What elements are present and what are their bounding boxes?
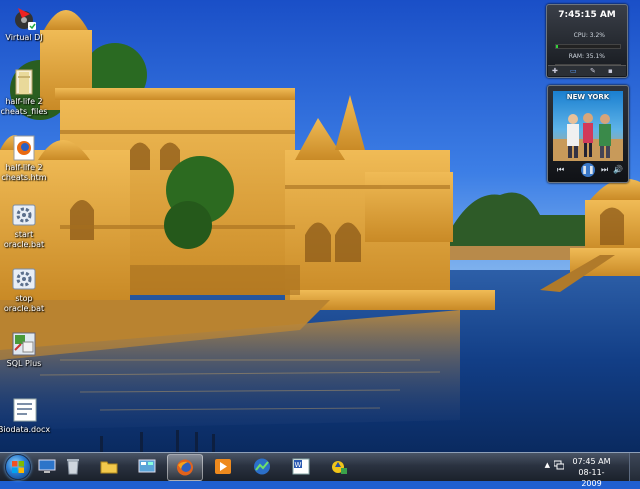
desktop-icon-start-oracle[interactable]: start oracle.bat [0, 201, 54, 250]
start-button[interactable] [5, 454, 31, 480]
taskbar-clock[interactable]: 07:45 AM 08-11-2009 [569, 456, 614, 489]
album-title: NEW YORK [566, 93, 610, 101]
desktop-icon-virtual-dj[interactable]: Virtual DJ [0, 4, 54, 43]
batch-file-icon [10, 265, 38, 293]
firefox-document-icon [10, 134, 38, 162]
cpu-usage-label: CPU: 3.2% [573, 32, 605, 39]
desktop-icon-label: half-life 2 cheats_files [0, 97, 48, 116]
show-hidden-icons-arrow-icon[interactable]: ▲ [545, 461, 550, 469]
desktop-icon-half-life-2-cheats-htm[interactable]: half-life 2 cheats.htm [0, 134, 54, 183]
word-icon: W [292, 458, 310, 475]
media-controls: ⏮ ❚❚ ⏭ 🔊 [553, 163, 623, 178]
previous-icon[interactable]: ⏮ [557, 165, 564, 175]
taskbar-word[interactable]: W [284, 454, 318, 479]
cpu-usage-bar [555, 44, 621, 49]
show-desktop-button[interactable] [629, 453, 640, 481]
taskbar-recycle-bin[interactable] [56, 454, 90, 479]
taskbar-file-explorer[interactable] [92, 454, 126, 479]
desktop-wallpaper [0, 0, 640, 452]
virtual-dj-icon [10, 4, 38, 32]
taskbar-time: 07:45 AM [572, 457, 611, 466]
folder-icon [100, 461, 118, 474]
taskbar: W ▲ 07:45 AM 08-11-2009 [0, 452, 640, 488]
wallpaper-scene [0, 0, 640, 452]
svg-text:W: W [295, 461, 302, 469]
desktop-icon-sql-plus[interactable]: SQL Plus [0, 330, 54, 369]
pause-icon[interactable]: ❚❚ [581, 163, 595, 177]
desktop-icon-label: stop oracle.bat [3, 294, 45, 313]
media-player-gadget[interactable]: NEW YORK ⏮ ❚❚ ⏭ 🔊 [547, 85, 629, 183]
gadget-clock-time: 7:45:15 AM [558, 10, 616, 20]
taskbar-date: 08-11-2009 [578, 468, 605, 488]
window-icon[interactable]: ▭ [570, 67, 577, 75]
volume-icon[interactable]: 🔊 [613, 165, 623, 174]
folder-icon [10, 68, 38, 96]
taskbar-media-player[interactable] [206, 454, 240, 479]
gadget-toolbar: ✚ ▭ ✎ ▪ [548, 65, 626, 76]
wrench-icon[interactable]: ✎ [590, 67, 596, 75]
word-document-icon [10, 396, 38, 424]
desktop-icon-label: start oracle.bat [3, 230, 45, 249]
generic-app-icon [332, 461, 347, 474]
network-icon[interactable] [554, 460, 564, 470]
firefox-icon [177, 459, 193, 476]
desktop-icon-stop-oracle[interactable]: stop oracle.bat [0, 265, 54, 314]
media-player-icon [215, 459, 231, 474]
album-art: NEW YORK [553, 91, 623, 161]
ram-usage-label: RAM: 35.1% [568, 53, 605, 60]
close-icon[interactable]: ▪ [608, 67, 613, 75]
recycle-bin-icon [67, 459, 79, 475]
add-icon[interactable]: ✚ [552, 67, 558, 75]
control-panel-icon [138, 459, 156, 473]
taskbar-app[interactable] [322, 454, 356, 479]
desktop-icon-label: half-life 2 cheats.htm [1, 163, 47, 182]
desktop-icon-label: Biodata.docx [0, 425, 51, 434]
chart-icon [254, 458, 270, 475]
cpu-ram-clock-gadget[interactable]: 7:45:15 AM CPU: 3.2% RAM: 35.1% ✚ ▭ ✎ ▪ [546, 4, 628, 78]
desktop-icon-biodata[interactable]: Biodata.docx [0, 396, 54, 435]
desktop-icon-label: Virtual DJ [5, 33, 43, 42]
taskbar-stocks[interactable] [245, 454, 279, 479]
windows-logo-icon [12, 461, 24, 473]
taskbar-firefox[interactable] [167, 454, 203, 481]
sql-plus-icon [10, 330, 38, 358]
next-icon[interactable]: ⏭ [601, 165, 608, 175]
cpu-usage-fill [556, 45, 559, 48]
computer-icon [38, 459, 56, 473]
desktop-icon-half-life-2-cheats-files[interactable]: half-life 2 cheats_files [0, 68, 54, 117]
taskbar-control-panel[interactable] [130, 454, 164, 479]
desktop-icon-label: SQL Plus [6, 359, 42, 368]
batch-file-icon [10, 201, 38, 229]
